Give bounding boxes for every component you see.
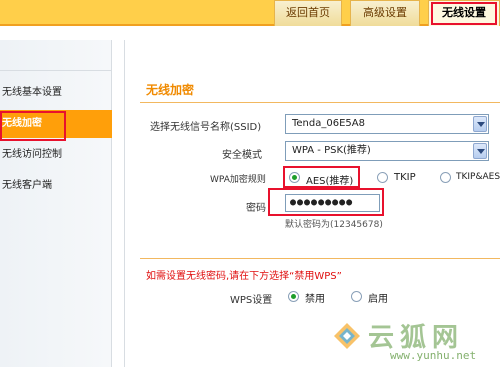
wpa-aes-highlight-box bbox=[283, 166, 360, 188]
sidebar-item-wireless-clients[interactable]: 无线客户端 bbox=[0, 172, 112, 200]
wps-enable-label: 启用 bbox=[368, 294, 388, 305]
tab-wireless-settings[interactable]: 无线设置 bbox=[428, 0, 500, 26]
wpa-rule-tkip-aes-label: TKIP&AES bbox=[456, 172, 500, 182]
sidebar-item-wireless-access-control[interactable]: 无线访问控制 bbox=[0, 141, 112, 169]
sidebar-divider bbox=[0, 70, 112, 71]
wps-disable-radio[interactable] bbox=[288, 291, 299, 302]
ssid-value: Tenda_06E5A8 bbox=[292, 118, 365, 129]
wpa-rule-tkip-aes-radio[interactable] bbox=[440, 172, 451, 183]
password-label: 密码 bbox=[246, 203, 266, 214]
security-mode-label: 安全模式 bbox=[222, 150, 262, 161]
tab-advanced-settings[interactable]: 高级设置 bbox=[350, 0, 420, 26]
wps-enable-radio[interactable] bbox=[351, 291, 362, 302]
top-nav-bar: 返回首页 高级设置 无线设置 bbox=[0, 0, 500, 26]
tab-home[interactable]: 返回首页 bbox=[274, 0, 342, 26]
watermark-url: www.yunhu.net bbox=[390, 349, 477, 362]
section-title: 无线加密 bbox=[146, 83, 195, 97]
wpa-rule-tkip-label: TKIP bbox=[394, 172, 416, 183]
sidebar-item-wireless-encryption[interactable]: 无线加密 bbox=[0, 110, 112, 141]
section-divider bbox=[140, 102, 500, 103]
chevron-down-icon[interactable] bbox=[473, 143, 487, 159]
fox-logo-icon bbox=[334, 323, 360, 349]
security-mode-select[interactable]: WPA - PSK(推荐) bbox=[285, 141, 489, 161]
ssid-label: 选择无线信号名称(SSID) bbox=[150, 122, 262, 133]
security-mode-value: WPA - PSK(推荐) bbox=[292, 145, 371, 156]
wps-notice: 如需设置无线密码,请在下方选择“禁用WPS” bbox=[146, 271, 342, 282]
wpa-rule-label: WPA加密规则 bbox=[210, 175, 266, 185]
sidebar-item-wireless-basic[interactable]: 无线基本设置 bbox=[0, 79, 112, 107]
wps-label: WPS设置 bbox=[230, 295, 273, 306]
ssid-select[interactable]: Tenda_06E5A8 bbox=[285, 114, 489, 134]
wpa-rule-tkip-radio[interactable] bbox=[377, 172, 388, 183]
password-hint: 默认密码为(12345678) bbox=[285, 220, 383, 230]
wps-disable-label: 禁用 bbox=[305, 294, 325, 305]
sidebar: 无线基本设置 无线加密 无线访问控制 无线客户端 bbox=[0, 40, 112, 367]
chevron-down-icon[interactable] bbox=[473, 116, 487, 132]
section-divider-2 bbox=[140, 258, 500, 259]
password-input[interactable]: ●●●●●●●●● bbox=[285, 194, 380, 212]
